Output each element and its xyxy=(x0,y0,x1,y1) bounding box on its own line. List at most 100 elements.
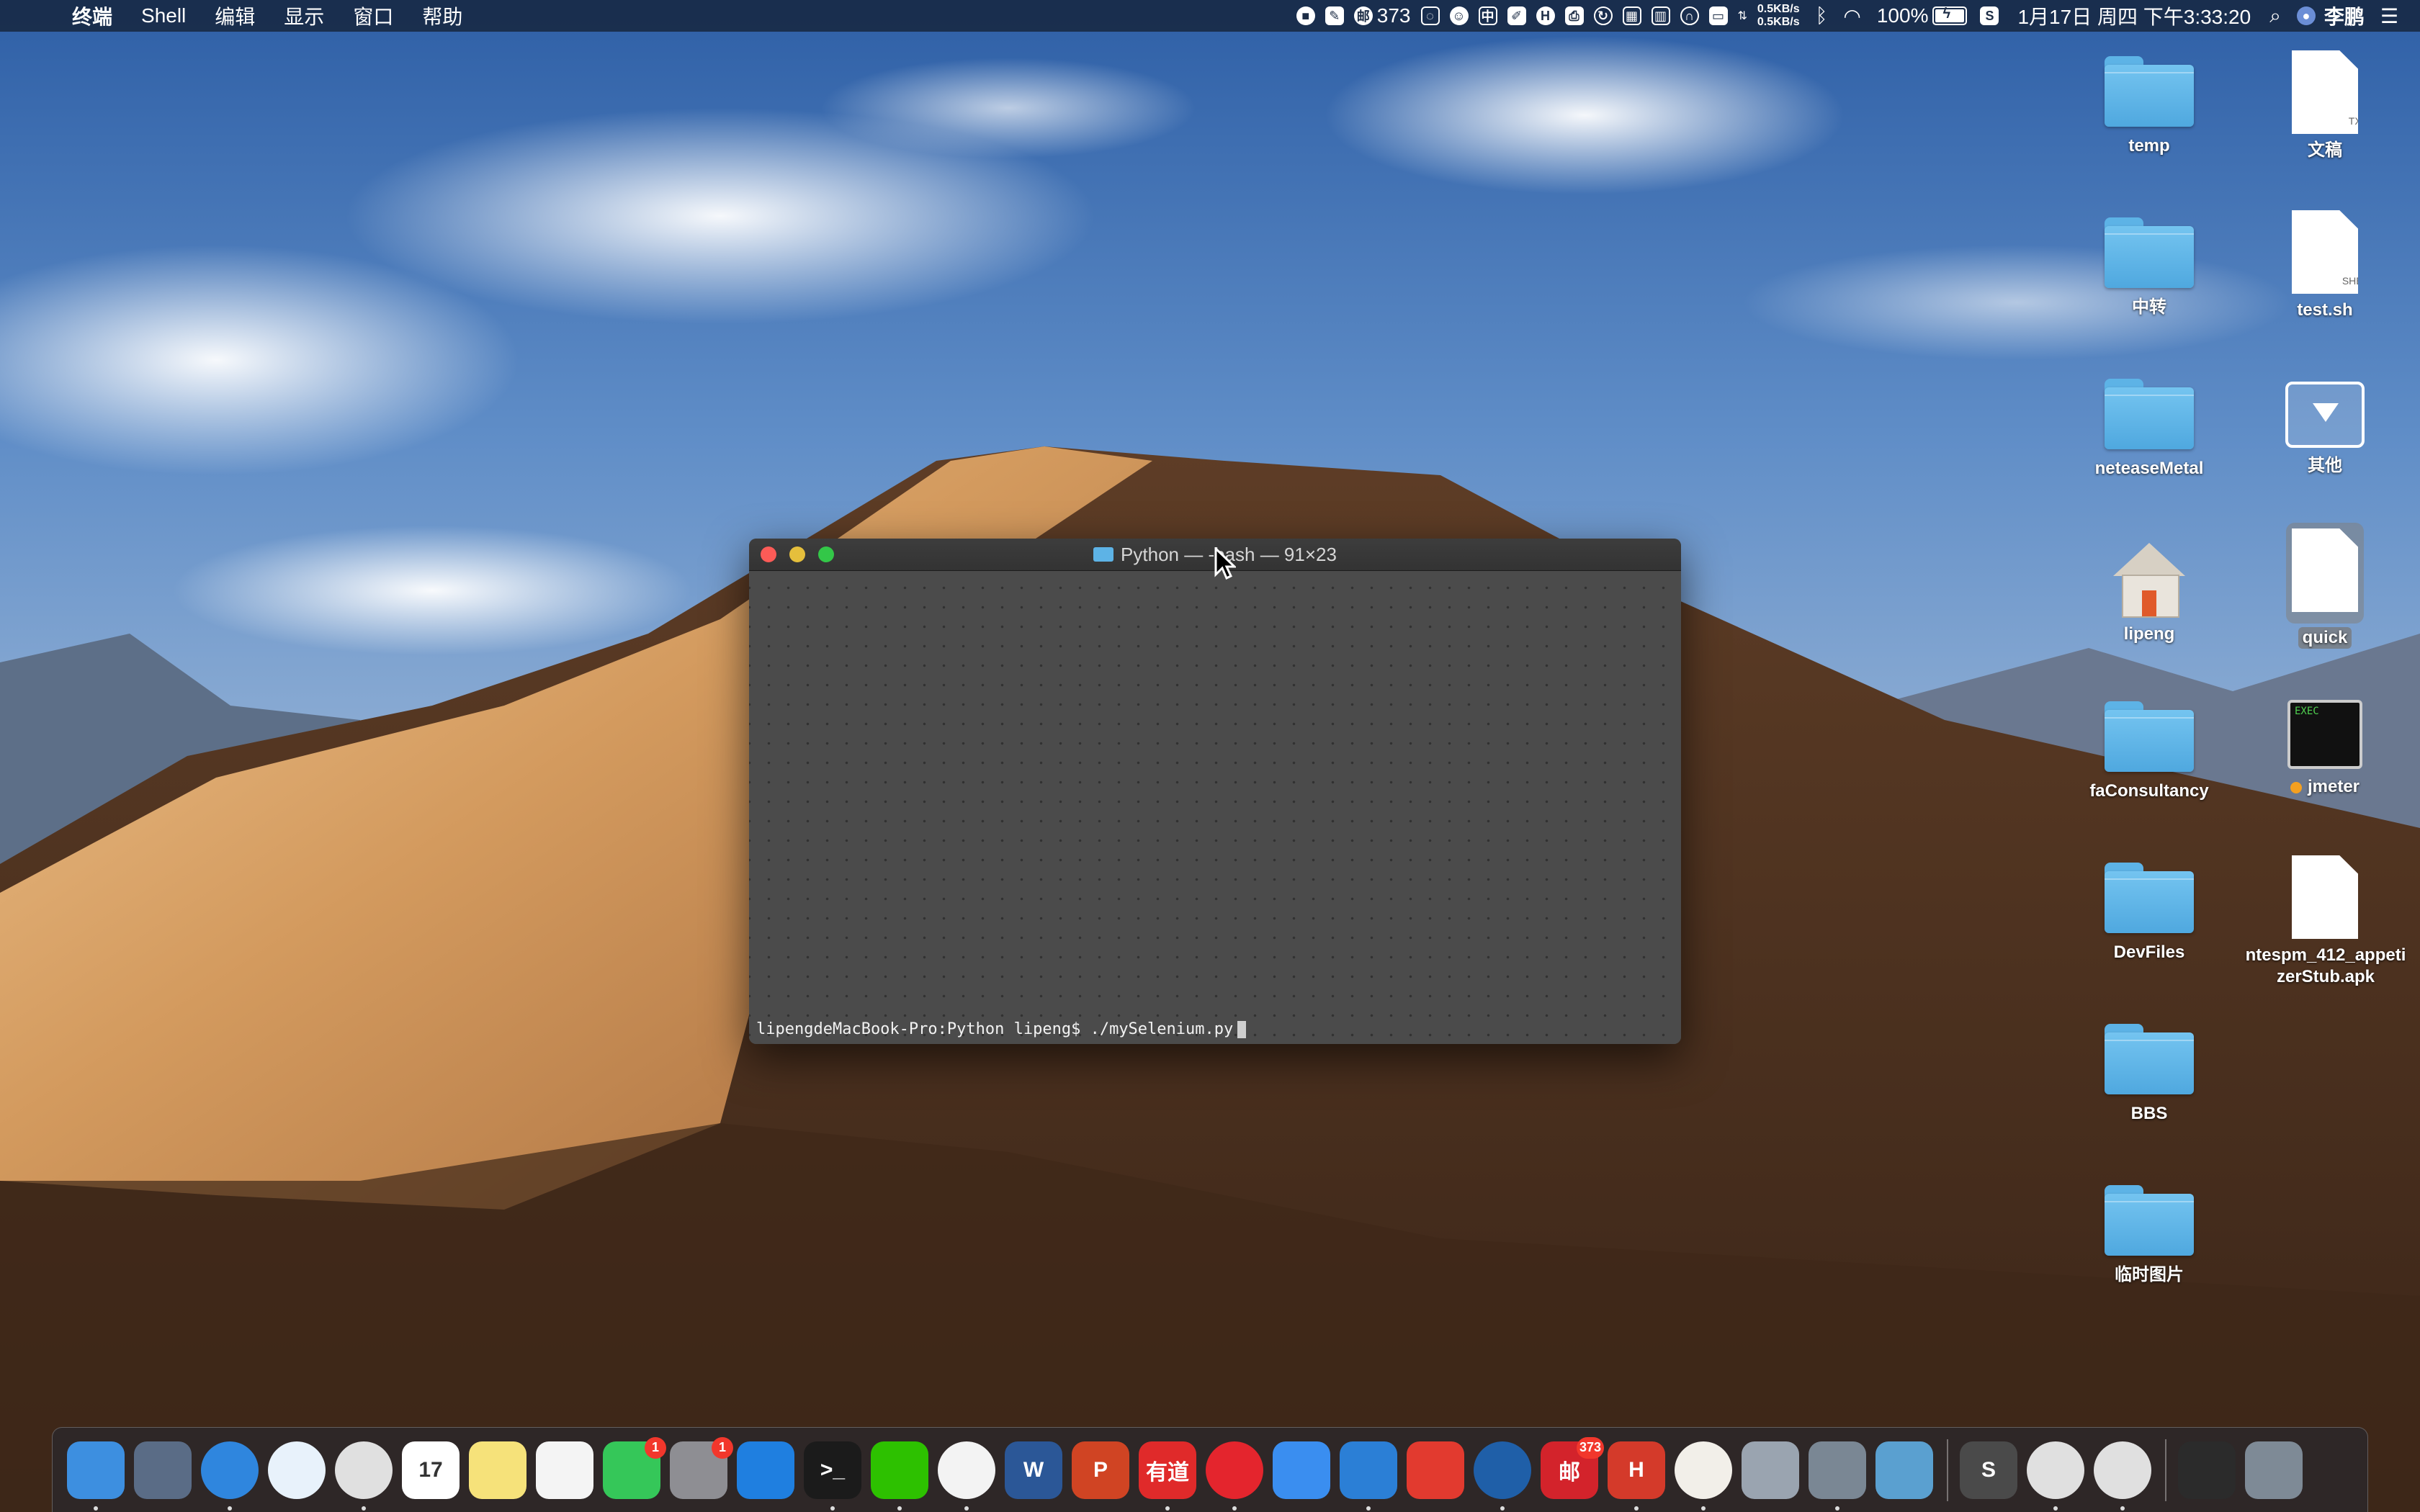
menu-app-name[interactable]: 终端 xyxy=(72,1,112,30)
notes-icon[interactable] xyxy=(469,1441,526,1499)
tool-icon[interactable]: ✎ xyxy=(1325,6,1344,25)
desktop-file-quick[interactable]: quick xyxy=(2238,523,2411,649)
h-status-icon[interactable]: H xyxy=(1536,6,1555,25)
menu-edit[interactable]: 编辑 xyxy=(215,1,255,30)
screenshot-tool-icon[interactable] xyxy=(1809,1441,1866,1511)
terminal-content[interactable]: lipengdeMacBook-Pro:Python lipeng$ ./myS… xyxy=(749,571,1681,1044)
menu-help[interactable]: 帮助 xyxy=(422,1,462,30)
desktop-folder-temp[interactable]: temp xyxy=(2063,56,2236,157)
menu-view[interactable]: 显示 xyxy=(284,1,324,30)
clock[interactable]: 1月17日 周四 下午3:33:20 xyxy=(2017,1,2251,30)
database-icon[interactable] xyxy=(1742,1441,1799,1499)
word-glyph: W xyxy=(1023,1457,1044,1482)
safari-icon[interactable] xyxy=(201,1441,259,1511)
desktop-icon-label: ntespm_412_appetizerStub.apk xyxy=(2245,945,2406,986)
user-name[interactable]: 李鹏 xyxy=(2324,1,2365,30)
desktop-folder-neteasemetal[interactable]: neteaseMetal xyxy=(2063,379,2236,480)
orange-tag-icon xyxy=(2290,781,2302,793)
record-icon[interactable]: ■ xyxy=(1296,6,1315,25)
sync-status-icon[interactable]: ↻ xyxy=(1593,6,1613,25)
running-indicator xyxy=(362,1506,366,1511)
notification-center-icon[interactable]: ☰ xyxy=(2380,4,2398,28)
mail-status-icon[interactable]: 邮 xyxy=(1353,6,1373,25)
printer-icon[interactable]: ⎙ xyxy=(1564,6,1584,25)
bluetooth-icon[interactable]: ᛒ xyxy=(1816,4,1828,27)
running-indicator xyxy=(2120,1506,2125,1511)
chat-icon[interactable]: ◌ xyxy=(1420,6,1440,25)
proxy-icon[interactable] xyxy=(1474,1441,1531,1511)
desktop-folder-devfiles[interactable]: DevFiles xyxy=(2063,863,2236,963)
running-indicator xyxy=(830,1506,835,1511)
desktop-file-test-sh[interactable]: SHELL test.sh xyxy=(2238,210,2411,321)
desktop-icon-label: jmeter xyxy=(2307,777,2360,796)
running-indicator xyxy=(1701,1506,1706,1511)
finder-icon[interactable] xyxy=(67,1441,125,1511)
word-icon[interactable]: W xyxy=(1005,1441,1062,1499)
trash-icon[interactable] xyxy=(2245,1441,2303,1499)
jenkins-icon[interactable] xyxy=(1675,1441,1732,1511)
desktop-folder-zhongzhuan[interactable]: 中转 xyxy=(2063,217,2236,318)
mail-app-icon[interactable]: 邮 373 xyxy=(1541,1436,1604,1499)
desktop-file-apk[interactable]: ntespm_412_appetizerStub.apk xyxy=(2238,855,2411,988)
facetime-icon[interactable]: 1 xyxy=(603,1436,666,1499)
terminal-icon[interactable]: >_ xyxy=(804,1441,861,1511)
close-button[interactable] xyxy=(761,546,776,562)
folder-icon xyxy=(2105,1024,2194,1096)
folder-proxy-icon[interactable] xyxy=(1093,547,1114,562)
siri-icon[interactable]: ● xyxy=(2296,6,2316,25)
selection-highlight xyxy=(2286,523,2364,624)
calendar-icon[interactable]: 17 xyxy=(402,1441,460,1499)
desktop-folder-linshitupian[interactable]: 临时图片 xyxy=(2063,1185,2236,1286)
desktop-icon-label: lipeng xyxy=(2123,624,2175,644)
youdao-icon[interactable]: 有道 xyxy=(1139,1441,1196,1511)
network-speed[interactable]: 0.5KB/s 0.5KB/s xyxy=(1757,3,1800,29)
qq-icon[interactable] xyxy=(938,1441,995,1511)
sync-icon[interactable] xyxy=(268,1441,326,1499)
chrome-icon-3[interactable] xyxy=(2094,1441,2151,1511)
launchpad-icon[interactable] xyxy=(134,1441,192,1499)
desktop-icon-label: 其他 xyxy=(2308,456,2342,475)
downloads-stack-icon[interactable] xyxy=(2178,1441,2236,1499)
sogou-icon[interactable]: S xyxy=(1980,6,1999,25)
chrome-icon-2[interactable] xyxy=(2027,1441,2084,1511)
netease-music-icon[interactable] xyxy=(1206,1441,1263,1511)
feather-icon[interactable] xyxy=(1273,1441,1330,1499)
desktop-folder-faconsultancy[interactable]: faConsultancy xyxy=(2063,701,2236,802)
desktop-alias-lipeng[interactable]: lipeng xyxy=(2063,539,2236,645)
system-preferences-icon[interactable]: 1 xyxy=(670,1436,733,1499)
wifi-icon[interactable]: ◠ xyxy=(1843,4,1860,28)
desktop-icon-label: 中转 xyxy=(2132,297,2166,317)
zoom-button[interactable] xyxy=(818,546,834,562)
memory-icon[interactable]: ▦ xyxy=(1622,6,1641,25)
reminders-icon[interactable] xyxy=(536,1441,593,1499)
sublime-icon[interactable]: S xyxy=(1960,1441,2017,1499)
smiley-icon[interactable]: ☺ xyxy=(1449,6,1469,25)
desktop-exec-jmeter[interactable]: EXEC jmeter xyxy=(2238,700,2411,798)
battery-status[interactable]: 100% ϟ xyxy=(1877,4,1968,27)
h-app-icon[interactable]: H xyxy=(1608,1441,1665,1511)
notification-badge: 373 xyxy=(1576,1436,1604,1459)
input-method-icon[interactable]: 中 xyxy=(1478,6,1497,25)
menu-shell[interactable]: Shell xyxy=(141,4,186,27)
preview-icon[interactable] xyxy=(1876,1441,1933,1499)
desktop-drop-qita[interactable]: 其他 xyxy=(2238,382,2411,477)
spotlight-search-icon[interactable]: ⌕ xyxy=(2269,4,2281,28)
desktop-icon-label: test.sh xyxy=(2297,300,2353,320)
desktop-folder-bbs[interactable]: BBS xyxy=(2063,1024,2236,1125)
terminal-glyph: >_ xyxy=(820,1457,846,1482)
desktop-file-wengao[interactable]: TXT 文稿 xyxy=(2238,50,2411,161)
chrome-icon[interactable] xyxy=(335,1441,393,1511)
xmind-icon[interactable] xyxy=(1407,1441,1464,1499)
display-icon[interactable]: ▭ xyxy=(1708,6,1728,25)
wechat-icon[interactable] xyxy=(871,1441,928,1511)
airplay-icon[interactable]: ∩ xyxy=(1680,6,1699,25)
simulator-icon[interactable] xyxy=(1340,1441,1397,1511)
terminal-window[interactable]: Python — -bash — 91×23 lipengdeMacBook-P… xyxy=(749,539,1681,1044)
xcode-icon[interactable] xyxy=(737,1441,794,1499)
cpu-icon[interactable]: ▥ xyxy=(1651,6,1670,25)
minimize-button[interactable] xyxy=(789,546,805,562)
menu-window[interactable]: 窗口 xyxy=(353,1,393,30)
pen-icon[interactable]: ✐ xyxy=(1507,6,1526,25)
powerpoint-icon[interactable]: P xyxy=(1072,1441,1129,1499)
window-controls xyxy=(761,546,847,562)
